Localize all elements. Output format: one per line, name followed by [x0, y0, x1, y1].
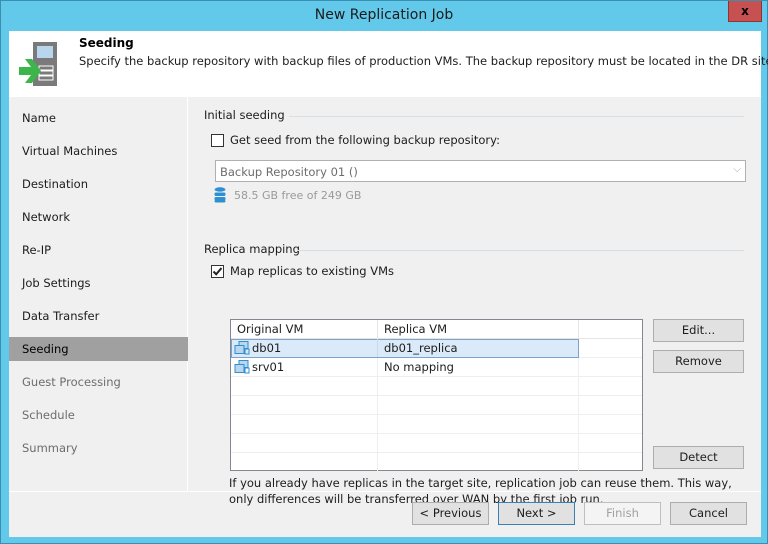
nav-item-virtual-machines[interactable]: Virtual Machines — [9, 139, 188, 163]
get-seed-checkbox-label[interactable]: Get seed from the following backup repos… — [230, 133, 500, 147]
step-content: Initial seeding Get seed from the follow… — [189, 97, 761, 506]
database-icon — [214, 187, 226, 203]
table-row-empty — [231, 415, 642, 434]
empty-cell — [231, 434, 378, 452]
empty-cell — [378, 434, 579, 452]
column-header-original-vm[interactable]: Original VM — [231, 320, 378, 339]
nav-item-seeding[interactable]: Seeding — [9, 337, 188, 361]
nav-item-destination[interactable]: Destination — [9, 172, 188, 196]
empty-cell — [231, 415, 378, 433]
nav-item-guest-processing[interactable]: Guest Processing — [9, 370, 188, 394]
step-header: Seeding Specify the backup repository wi… — [9, 31, 768, 97]
step-title: Seeding — [79, 36, 134, 50]
empty-cell — [378, 396, 579, 414]
nav-item-schedule[interactable]: Schedule — [9, 403, 188, 427]
table-row[interactable]: db01 db01_replica — [231, 339, 642, 358]
cell-replica-vm: db01_replica — [384, 341, 458, 355]
window-title: New Replication Job — [314, 7, 454, 23]
table-row-empty — [231, 453, 642, 472]
empty-cell — [231, 453, 378, 471]
nav-item-network[interactable]: Network — [9, 205, 188, 229]
map-replicas-checkbox-label[interactable]: Map replicas to existing VMs — [230, 264, 394, 278]
nav-item-summary[interactable]: Summary — [9, 436, 188, 460]
original-vm-name: srv01 — [252, 360, 285, 374]
replica-mapping-table[interactable]: Original VM Replica VM db01 db01_replica — [230, 319, 643, 471]
next-button[interactable]: Next > — [498, 502, 575, 525]
seeding-server-arrow-icon — [19, 42, 57, 86]
table-row-empty — [231, 377, 642, 396]
close-button[interactable]: x — [728, 1, 762, 22]
replica-mapping-group-label: Replica mapping — [204, 242, 300, 256]
empty-cell — [378, 377, 579, 395]
step-description: Specify the backup repository with backu… — [79, 54, 768, 68]
remove-button[interactable]: Remove — [653, 350, 744, 373]
nav-item-re-ip[interactable]: Re-IP — [9, 238, 188, 262]
cell-original-vm: srv01 — [231, 358, 378, 376]
detect-button[interactable]: Detect — [653, 446, 744, 469]
chevron-down-icon: ⌵ — [733, 164, 741, 175]
vm-icon — [234, 360, 250, 374]
footer-divider — [9, 491, 761, 492]
column-header-replica-vm[interactable]: Replica VM — [378, 320, 579, 339]
table-row-empty — [231, 396, 642, 415]
dialog-window: New Replication Job x Seeding Specify th… — [0, 0, 768, 544]
cancel-button[interactable]: Cancel — [670, 502, 747, 525]
previous-button[interactable]: < Previous — [412, 502, 489, 525]
get-seed-checkbox[interactable] — [211, 134, 224, 147]
column-header-empty — [579, 320, 642, 339]
close-icon: x — [741, 4, 749, 18]
finish-button[interactable]: Finish — [584, 502, 661, 525]
backup-repository-select[interactable]: Backup Repository 01 () ⌵ — [215, 160, 746, 182]
nav-item-name[interactable]: Name — [9, 106, 188, 130]
map-replicas-checkbox[interactable] — [211, 265, 224, 278]
initial-seeding-group-label: Initial seeding — [204, 108, 285, 122]
table-row-empty — [231, 434, 642, 453]
cell-original-vm: db01 — [231, 339, 378, 357]
table-row[interactable]: srv01 No mapping — [231, 358, 642, 377]
repository-free-space: 58.5 GB free of 249 GB — [234, 189, 362, 202]
empty-cell — [378, 453, 579, 471]
table-header: Original VM Replica VM — [231, 320, 642, 339]
vm-icon — [234, 341, 250, 355]
cell-replica-vm: No mapping — [378, 358, 579, 376]
nav-item-data-transfer[interactable]: Data Transfer — [9, 304, 188, 328]
initial-seeding-divider — [289, 116, 744, 117]
dialog-client: Seeding Specify the backup repository wi… — [9, 31, 768, 537]
replica-mapping-divider — [297, 250, 744, 251]
original-vm-name: db01 — [252, 341, 282, 355]
title-bar[interactable]: New Replication Job x — [1, 1, 767, 31]
checkmark-icon — [212, 267, 223, 276]
edit-button[interactable]: Edit... — [653, 319, 744, 342]
backup-repository-value: Backup Repository 01 () — [220, 165, 358, 179]
empty-cell — [231, 396, 378, 414]
wizard-steps-nav: Name Virtual Machines Destination Networ… — [9, 97, 188, 491]
empty-cell — [231, 377, 378, 395]
empty-cell — [378, 415, 579, 433]
nav-item-job-settings[interactable]: Job Settings — [9, 271, 188, 295]
